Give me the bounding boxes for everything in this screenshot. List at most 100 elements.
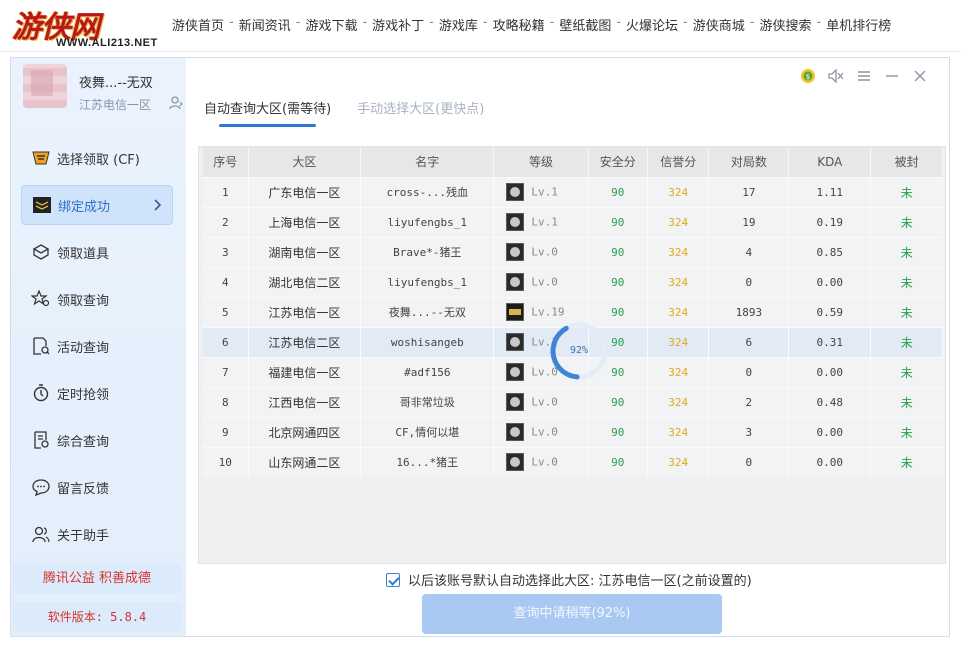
cell-index: 10 xyxy=(203,446,249,477)
table-row[interactable]: 2 上海电信一区 liyufengbs_1 Lv.1 90 324 19 0.19 未 xyxy=(203,206,943,237)
rank-badge-icon xyxy=(506,333,525,351)
cell-kda: 0.85 xyxy=(788,236,872,267)
cell-match-count: 0 xyxy=(708,446,790,477)
nav-separator: - xyxy=(295,15,301,30)
avatar[interactable] xyxy=(23,64,67,108)
sidebar-item-9[interactable]: 关于助手 xyxy=(21,514,173,554)
cell-name: CF,情何以堪 xyxy=(360,416,495,447)
column-header[interactable]: 大区 xyxy=(248,147,362,177)
user-card: 夜舞...--无双 江苏电信一区 xyxy=(23,64,183,120)
level-text: Lv.0 xyxy=(531,395,558,409)
cell-safety-score: 90 xyxy=(588,416,648,447)
remember-checkbox[interactable] xyxy=(386,572,400,587)
site-nav: 游侠首页 - 新闻资讯 - 游戏下载 - 游戏补丁 - 游戏库 - 攻略秘籍 - 壁纸截图 - 火爆论坛 - 游… xyxy=(172,15,891,34)
software-version: 软件版本: 5.8.4 xyxy=(13,602,181,632)
column-header[interactable]: 被封 xyxy=(870,147,943,177)
level-text: Lv.0 xyxy=(531,275,558,289)
sidebar-item-2[interactable]: 绑定成功 xyxy=(21,185,173,225)
cell-safety-score: 90 xyxy=(588,446,648,477)
minimize-icon[interactable] xyxy=(878,66,906,86)
cell-credit-score: 324 xyxy=(647,386,710,417)
site-logo[interactable]: 游侠网 WWW.ALI213.NET xyxy=(8,2,168,50)
mute-icon[interactable] xyxy=(822,66,850,86)
site-nav-link[interactable]: 新闻资讯 xyxy=(239,15,291,34)
cell-name: 16...*猪王 xyxy=(360,446,495,477)
site-nav-link[interactable]: 游戏补丁 xyxy=(372,15,424,34)
site-nav-link[interactable]: 游戏下载 xyxy=(305,15,357,34)
column-header[interactable]: 序号 xyxy=(203,147,249,177)
close-icon[interactable] xyxy=(906,66,934,86)
column-header[interactable]: KDA xyxy=(788,147,872,177)
column-header[interactable]: 安全分 xyxy=(588,147,648,177)
site-nav-link[interactable]: 游侠首页 xyxy=(172,15,224,34)
table-row[interactable]: 10 山东网通二区 16...*猪王 Lv.0 90 324 0 0.00 未 xyxy=(203,446,943,477)
table-row[interactable]: 9 北京网通四区 CF,情何以堪 Lv.0 90 324 3 0.00 未 xyxy=(203,416,943,447)
column-header[interactable]: 名字 xyxy=(360,147,495,177)
table-row[interactable]: 1 广东电信一区 cross-...残血 Lv.1 90 324 17 1.11 未 xyxy=(203,176,943,207)
table-row[interactable]: 3 湖南电信一区 Brave*-猪王 Lv.0 90 324 4 0.85 未 xyxy=(203,236,943,267)
window-controls: $ xyxy=(794,66,934,86)
column-header[interactable]: 信誉分 xyxy=(647,147,710,177)
table-row[interactable]: 4 湖北电信二区 liyufengbs_1 Lv.0 90 324 0 0.00 未 xyxy=(203,266,943,297)
cell-region: 广东电信一区 xyxy=(248,176,362,207)
sidebar-menu: 选择领取 (CF) 绑定成功领取道具领取查询活动查询定时抢领综合查询留言反馈关于助… xyxy=(21,138,173,561)
progress-percent: 92% xyxy=(569,345,589,356)
nav-separator: - xyxy=(816,15,822,30)
site-nav-link[interactable]: 火爆论坛 xyxy=(626,15,678,34)
cf-logo-icon xyxy=(31,148,51,168)
query-button[interactable]: 查询中请稍等(92%) xyxy=(422,594,722,634)
cell-name: cross-...残血 xyxy=(360,176,495,207)
site-nav-link[interactable]: 壁纸截图 xyxy=(559,15,611,34)
cell-match-count: 2 xyxy=(708,386,790,417)
sidebar-item-label: 选择领取 (CF) xyxy=(57,152,140,168)
cell-credit-score: 324 xyxy=(647,176,710,207)
cell-banned: 未 xyxy=(870,236,943,267)
sidebar-item-label: 定时抢领 xyxy=(57,387,110,403)
sidebar-item-label: 领取查询 xyxy=(57,293,110,309)
remember-region-option[interactable]: 以后该账号默认自动选择此大区: 江苏电信一区(之前设置的) xyxy=(386,570,752,589)
tab-auto-query[interactable]: 自动查询大区(需等待) xyxy=(204,98,331,127)
site-nav-link[interactable]: 攻略秘籍 xyxy=(493,15,545,34)
report-icon xyxy=(31,430,51,450)
tab-manual-select[interactable]: 手动选择大区(更快点) xyxy=(357,98,484,127)
svg-text:$: $ xyxy=(806,73,810,81)
timer-icon xyxy=(31,383,51,403)
cell-kda: 0.00 xyxy=(788,446,872,477)
cell-kda: 0.00 xyxy=(788,266,872,297)
site-nav-link[interactable]: 游戏库 xyxy=(439,15,478,34)
sidebar-item-4[interactable]: 领取查询 xyxy=(21,279,173,319)
box-icon xyxy=(31,242,51,262)
rank-badge-icon xyxy=(506,363,525,381)
column-header[interactable]: 对局数 xyxy=(708,147,790,177)
rank-badge-icon xyxy=(506,453,525,472)
coin-icon[interactable]: $ xyxy=(794,66,822,86)
table-header-row: 序号 大区 名字 等级 安全分 信誉分 对局数 KDA 被封 xyxy=(203,147,943,177)
cell-safety-score: 90 xyxy=(588,266,648,297)
cell-banned: 未 xyxy=(870,176,943,207)
sidebar-item-7[interactable]: 综合查询 xyxy=(21,420,173,460)
site-nav-link[interactable]: 单机排行榜 xyxy=(826,15,891,34)
nav-separator: - xyxy=(229,15,234,30)
site-nav-link[interactable]: 游侠商城 xyxy=(693,15,745,34)
rank-badge-icon xyxy=(506,303,525,321)
sidebar-item-8[interactable]: 留言反馈 xyxy=(21,467,173,507)
charity-banner[interactable]: 腾讯公益 积善成德 xyxy=(13,564,181,594)
level-text: Lv.0 xyxy=(531,455,558,469)
column-header[interactable]: 等级 xyxy=(493,147,589,177)
cell-banned: 未 xyxy=(870,416,943,447)
cell-region: 湖南电信一区 xyxy=(248,236,362,267)
sidebar-item-label: 关于助手 xyxy=(57,528,110,544)
sidebar-item-1[interactable]: 选择领取 (CF) xyxy=(21,138,173,178)
cell-match-count: 3 xyxy=(708,416,790,447)
sidebar-item-6[interactable]: 定时抢领 xyxy=(21,373,173,413)
account-switch-icon[interactable] xyxy=(169,96,183,110)
table-row[interactable]: 8 江西电信一区 哥非常垃圾 Lv.0 90 324 2 0.48 未 xyxy=(203,386,943,417)
sidebar-item-5[interactable]: 活动查询 xyxy=(21,326,173,366)
site-nav-link[interactable]: 游侠搜索 xyxy=(759,15,811,34)
sidebar-item-3[interactable]: 领取道具 xyxy=(21,232,173,272)
bind-card-icon xyxy=(32,195,52,215)
menu-icon[interactable] xyxy=(850,66,878,86)
loading-spinner: 92% xyxy=(548,320,610,382)
level-text: Lv.1 xyxy=(531,215,558,229)
cell-safety-score: 90 xyxy=(588,236,648,267)
